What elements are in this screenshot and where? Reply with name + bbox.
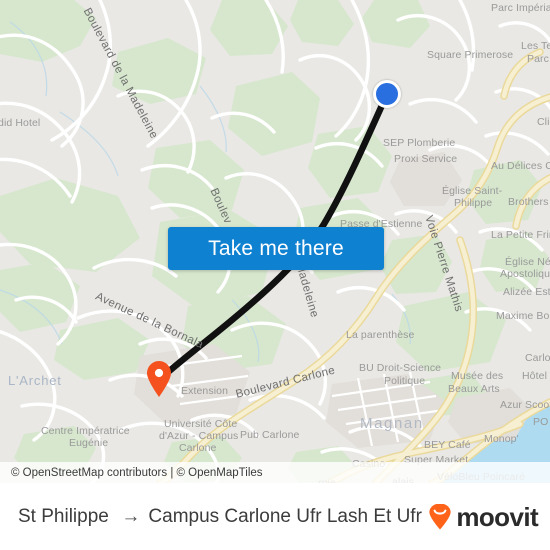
moovit-logo[interactable]: moovit — [427, 501, 542, 532]
moovit-wordmark: moovit — [456, 501, 538, 532]
moovit-route-card: Parc ImpérialSquare PrimeroseLes TerParc… — [0, 0, 550, 550]
attribution-text[interactable]: © OpenStreetMap contributors | © OpenMap… — [11, 467, 263, 479]
route-destination-label: Campus Carlone Ufr Lash Et Ufr Esp... — [148, 505, 427, 527]
take-me-there-button[interactable]: Take me there — [168, 227, 384, 270]
origin-dot-marker[interactable] — [373, 80, 401, 108]
moovit-pin-smiley-icon — [429, 503, 451, 529]
destination-pin-marker[interactable] — [146, 361, 172, 397]
route-summary[interactable]: St Philippe ... → Campus Carlone Ufr Las… — [18, 506, 427, 528]
route-origin-label: St Philippe ... — [18, 505, 113, 527]
map-canvas[interactable]: Parc ImpérialSquare PrimeroseLes TerParc… — [0, 0, 550, 483]
map-pin-icon — [147, 361, 171, 397]
route-arrow-icon: → — [121, 506, 141, 527]
route-footer: St Philippe ... → Campus Carlone Ufr Las… — [0, 483, 550, 550]
map-attribution-bar: © OpenStreetMap contributors | © OpenMap… — [0, 462, 550, 483]
